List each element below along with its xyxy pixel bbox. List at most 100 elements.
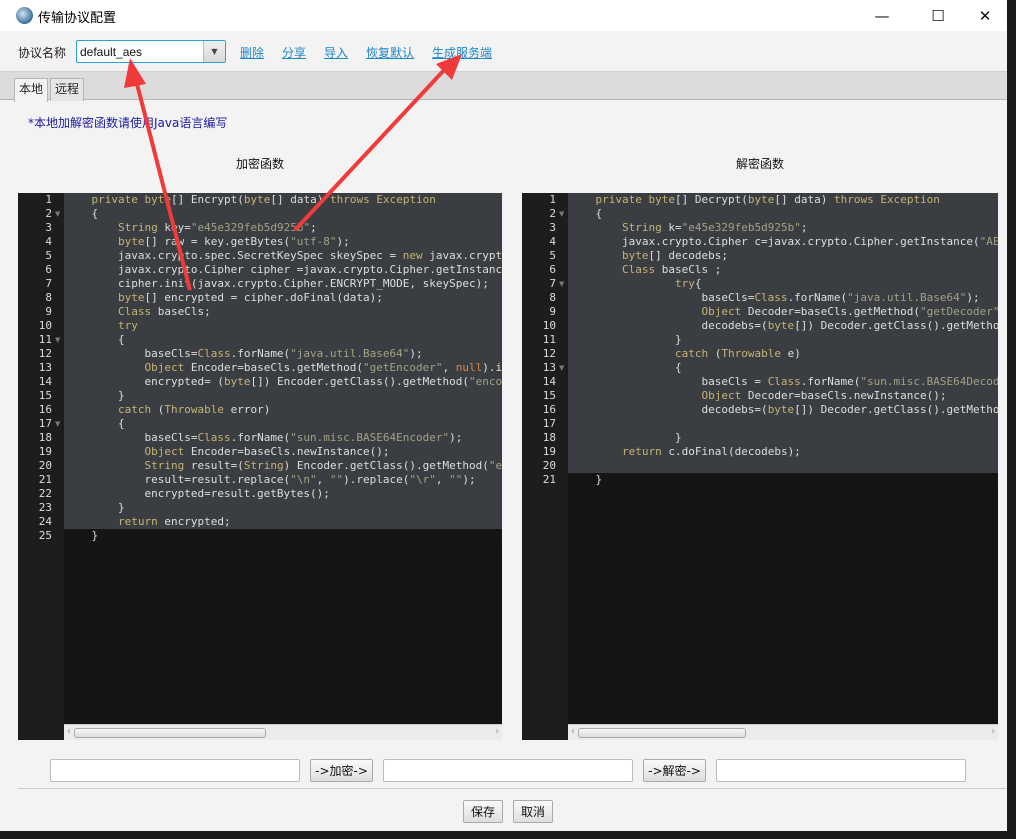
line-number: 18 — [38, 431, 52, 444]
line-number: 2 — [549, 207, 556, 220]
close-button[interactable]: ✕ — [965, 3, 1005, 29]
line-number: 21 — [542, 473, 556, 486]
cancel-button[interactable]: 取消 — [513, 800, 553, 823]
share-link[interactable]: 分享 — [282, 44, 306, 61]
tab-remote[interactable]: 远程 — [50, 78, 85, 101]
protocol-name-combobox[interactable]: ▼ — [76, 40, 226, 63]
line-number: 8 — [549, 291, 556, 304]
line-number: 13 — [38, 361, 52, 374]
protocol-config-window: 传输协议配置 — ☐ ✕ 协议名称 ▼ 删除 分享 导入 恢复默认 生成服务端 … — [0, 0, 1007, 831]
line-number: 20 — [38, 459, 52, 472]
maximize-button[interactable]: ☐ — [918, 3, 958, 29]
line-number: 6 — [549, 263, 556, 276]
plaintext-input[interactable] — [50, 759, 300, 782]
code-line: { — [64, 333, 502, 347]
code-line: } — [568, 473, 998, 487]
line-number: 22 — [38, 487, 52, 500]
encrypt-heading: 加密函数 — [235, 157, 284, 171]
line-number: 11 — [542, 333, 556, 346]
line-number: 3 — [45, 221, 52, 234]
decrypted-output-input[interactable] — [716, 759, 966, 782]
code-line: result=result.replace("\n", "").replace(… — [64, 473, 502, 487]
code-line: javax.crypto.Cipher cipher =javax.crypto… — [64, 263, 502, 277]
line-number: 25 — [38, 529, 52, 542]
line-number: 12 — [38, 347, 52, 360]
line-number: 19 — [542, 445, 556, 458]
code-line: byte[] decodebs; — [568, 249, 998, 263]
line-number: 5 — [45, 249, 52, 262]
horizontal-scrollbar[interactable]: ‹ › — [64, 724, 502, 740]
decrypt-button[interactable]: ->解密-> — [643, 759, 706, 782]
generate-server-link[interactable]: 生成服务端 — [432, 44, 492, 61]
code-line: Object Encoder=baseCls.getMethod("getEnc… — [64, 361, 502, 375]
java-note: *本地加解密函数请使用Java语言编写 — [28, 116, 228, 130]
title-bar: 传输协议配置 — ☐ ✕ — [0, 0, 1007, 31]
line-number: 19 — [38, 445, 52, 458]
tab-local[interactable]: 本地 — [14, 78, 49, 102]
code-line: byte[] raw = key.getBytes("utf-8"); — [64, 235, 502, 249]
line-number: 12 — [542, 347, 556, 360]
protocol-name-input[interactable] — [80, 43, 202, 60]
line-number: 10 — [542, 319, 556, 332]
code-line: Object Encoder=baseCls.newInstance(); — [64, 445, 502, 459]
encrypt-code-editor[interactable]: 1 2 ▼ 3 4 5 6 7 8 9 10 11 ▼ 12 13 14 15 16 17 ▼ 18 19 20 21 22 23… — [18, 193, 502, 740]
import-link[interactable]: 导入 — [324, 44, 348, 61]
line-number: 7 — [45, 277, 52, 290]
code-line: return c.doFinal(decodebs); — [568, 445, 998, 459]
code-line: String k="e45e329feb5d925b"; — [568, 221, 998, 235]
encrypt-button[interactable]: ->加密-> — [310, 759, 373, 782]
window-title: 传输协议配置 — [38, 11, 117, 26]
delete-link[interactable]: 删除 — [240, 44, 264, 61]
restore-default-link[interactable]: 恢复默认 — [366, 44, 414, 61]
scroll-right-icon[interactable]: › — [991, 726, 995, 737]
tab-strip: 本地 远程 — [0, 71, 1007, 102]
code-line: private byte[] Encrypt(byte[] data) thro… — [64, 193, 502, 207]
fold-toggle-icon[interactable]: ▼ — [559, 277, 564, 291]
line-number-gutter: 1 2 ▼ 3 4 5 6 7 8 9 10 11 ▼ 12 13 14 15 16 17 ▼ 18 19 20 21 22 23… — [18, 193, 64, 740]
code-line: { — [64, 207, 502, 221]
code-line: byte[] encrypted = cipher.doFinal(data); — [64, 291, 502, 305]
line-number: 17 — [542, 417, 556, 430]
ciphertext-input[interactable] — [383, 759, 633, 782]
code-line: } — [568, 431, 998, 445]
scroll-left-icon[interactable]: ‹ — [67, 726, 71, 737]
horizontal-scrollbar[interactable]: ‹ › — [568, 724, 998, 740]
scrollbar-thumb[interactable] — [578, 728, 746, 738]
save-button[interactable]: 保存 — [463, 800, 503, 823]
decrypt-heading: 解密函数 — [735, 157, 784, 171]
line-number: 7 — [549, 277, 556, 290]
divider — [18, 788, 1006, 789]
line-number: 9 — [549, 305, 556, 318]
code-line: Object Decoder=baseCls.getMethod("getDec… — [568, 305, 998, 319]
code-line — [568, 417, 998, 431]
line-number: 20 — [542, 459, 556, 472]
scroll-left-icon[interactable]: ‹ — [571, 726, 575, 737]
code-line: { — [64, 417, 502, 431]
line-number: 3 — [549, 221, 556, 234]
line-number: 17 — [38, 417, 52, 430]
line-number: 10 — [38, 319, 52, 332]
line-number: 14 — [542, 375, 556, 388]
scroll-right-icon[interactable]: › — [495, 726, 499, 737]
line-number: 11 — [38, 333, 52, 346]
fold-toggle-icon[interactable]: ▼ — [55, 207, 60, 221]
decrypt-code-editor[interactable]: 1 2 ▼ 3 4 5 6 7 ▼ 8 9 10 11 12 13 ▼ 14 15 16 17 18 19 20 21 pri… — [522, 193, 998, 740]
fold-toggle-icon[interactable]: ▼ — [559, 207, 564, 221]
line-number: 1 — [549, 193, 556, 206]
fold-toggle-icon[interactable]: ▼ — [55, 417, 60, 431]
chevron-down-icon[interactable]: ▼ — [203, 41, 225, 62]
fold-toggle-icon[interactable]: ▼ — [559, 361, 564, 375]
line-number: 23 — [38, 501, 52, 514]
fold-toggle-icon[interactable]: ▼ — [55, 333, 60, 347]
code-line: } — [64, 501, 502, 515]
code-area[interactable]: private byte[] Decrypt(byte[] data) thro… — [568, 193, 998, 724]
code-line: cipher.init(javax.crypto.Cipher.ENCRYPT_… — [64, 277, 502, 291]
scrollbar-thumb[interactable] — [74, 728, 266, 738]
line-number: 14 — [38, 375, 52, 388]
line-number: 1 — [45, 193, 52, 206]
code-area[interactable]: private byte[] Encrypt(byte[] data) thro… — [64, 193, 502, 724]
code-line: try{ — [568, 277, 998, 291]
minimize-button[interactable]: — — [862, 3, 902, 29]
code-line: catch (Throwable error) — [64, 403, 502, 417]
line-number: 13 — [542, 361, 556, 374]
